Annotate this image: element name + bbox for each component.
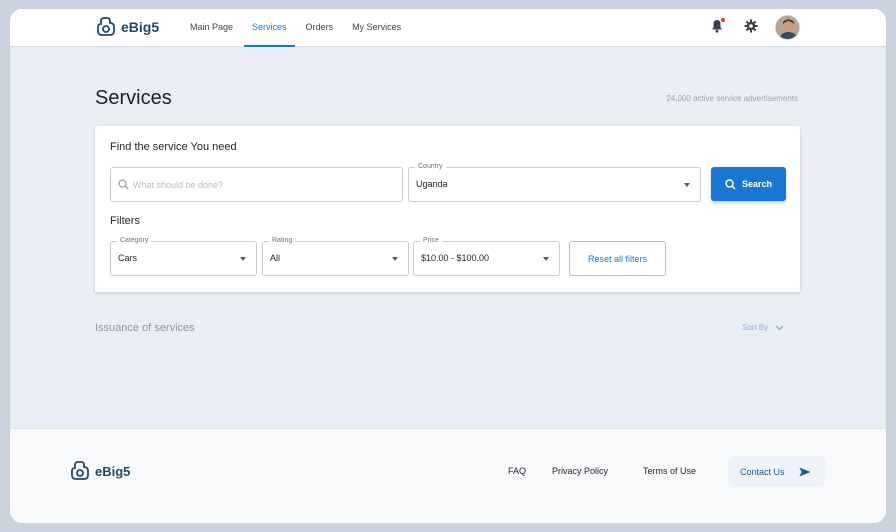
footer-link-privacy[interactable]: Privacy Policy	[552, 466, 608, 476]
page-title: Services	[95, 87, 172, 109]
nav-my-services[interactable]: My Services	[344, 9, 409, 47]
sort-by-button[interactable]: Sort By	[742, 323, 784, 332]
price-select[interactable]: Price $10.00 - $100.00	[413, 236, 560, 276]
price-label: Price	[420, 236, 442, 246]
send-icon	[799, 467, 811, 476]
logo-icon	[71, 461, 89, 480]
rating-value: All	[270, 253, 281, 263]
page-footer: eBig5 FAQ Privacy Policy Terms of Use Co…	[10, 428, 886, 523]
country-select[interactable]: Country Uganda	[408, 162, 701, 202]
search-icon	[725, 178, 736, 190]
filters-heading: Filters	[110, 215, 140, 227]
contact-us-button[interactable]: Contact Us	[728, 456, 826, 487]
chevron-down-icon	[240, 257, 246, 261]
ad-count: 24,000 active service advertisements	[666, 94, 798, 103]
sort-by-label: Sort By	[742, 323, 769, 332]
country-value: Uganda	[416, 179, 448, 189]
footer-link-faq[interactable]: FAQ	[508, 466, 526, 476]
main-nav: Main Page Services Orders My Services	[182, 9, 412, 47]
search-button[interactable]: Search	[711, 167, 786, 201]
app-window: eBig5 Main Page Services Orders My Servi…	[10, 9, 886, 523]
nav-services[interactable]: Services	[244, 9, 295, 47]
header-logo[interactable]: eBig5	[95, 17, 159, 37]
avatar-image	[776, 16, 799, 39]
notifications-button[interactable]	[711, 18, 725, 38]
settings-button[interactable]	[744, 19, 758, 38]
search-button-label: Search	[741, 179, 773, 189]
nav-orders[interactable]: Orders	[298, 9, 342, 47]
logo-text: eBig5	[121, 19, 160, 35]
search-input[interactable]	[133, 179, 383, 190]
chevron-down-icon	[684, 183, 690, 187]
chevron-down-icon	[543, 257, 549, 261]
search-heading: Find the service You need	[110, 141, 237, 153]
notification-dot	[721, 18, 725, 22]
user-avatar[interactable]	[775, 15, 800, 40]
chevron-down-icon	[392, 257, 398, 261]
reset-filters-button[interactable]: Reset all filters	[569, 241, 666, 276]
nav-main-page[interactable]: Main Page	[182, 9, 241, 47]
footer-link-terms[interactable]: Terms of Use	[643, 466, 696, 476]
category-value: Cars	[118, 253, 138, 263]
search-icon	[118, 179, 129, 190]
logo-text: eBig5	[95, 463, 131, 479]
footer-logo[interactable]: eBig5	[69, 461, 130, 481]
search-field[interactable]	[110, 167, 403, 202]
category-select[interactable]: Category Cars	[110, 236, 257, 276]
logo-icon	[97, 17, 115, 36]
issuance-title: Issuance of services	[95, 322, 195, 334]
chevron-down-icon	[775, 325, 784, 330]
top-header: eBig5 Main Page Services Orders My Servi…	[10, 9, 886, 47]
category-label: Category	[117, 236, 152, 246]
rating-label: Rating	[269, 236, 296, 246]
rating-select[interactable]: Rating All	[262, 236, 409, 276]
gear-icon	[744, 19, 758, 33]
country-label: Country	[415, 162, 446, 172]
price-value: $10.00 - $100.00	[421, 253, 490, 263]
contact-us-label: Contact Us	[740, 466, 785, 477]
search-card: Find the service You need Country Uganda…	[95, 126, 800, 292]
